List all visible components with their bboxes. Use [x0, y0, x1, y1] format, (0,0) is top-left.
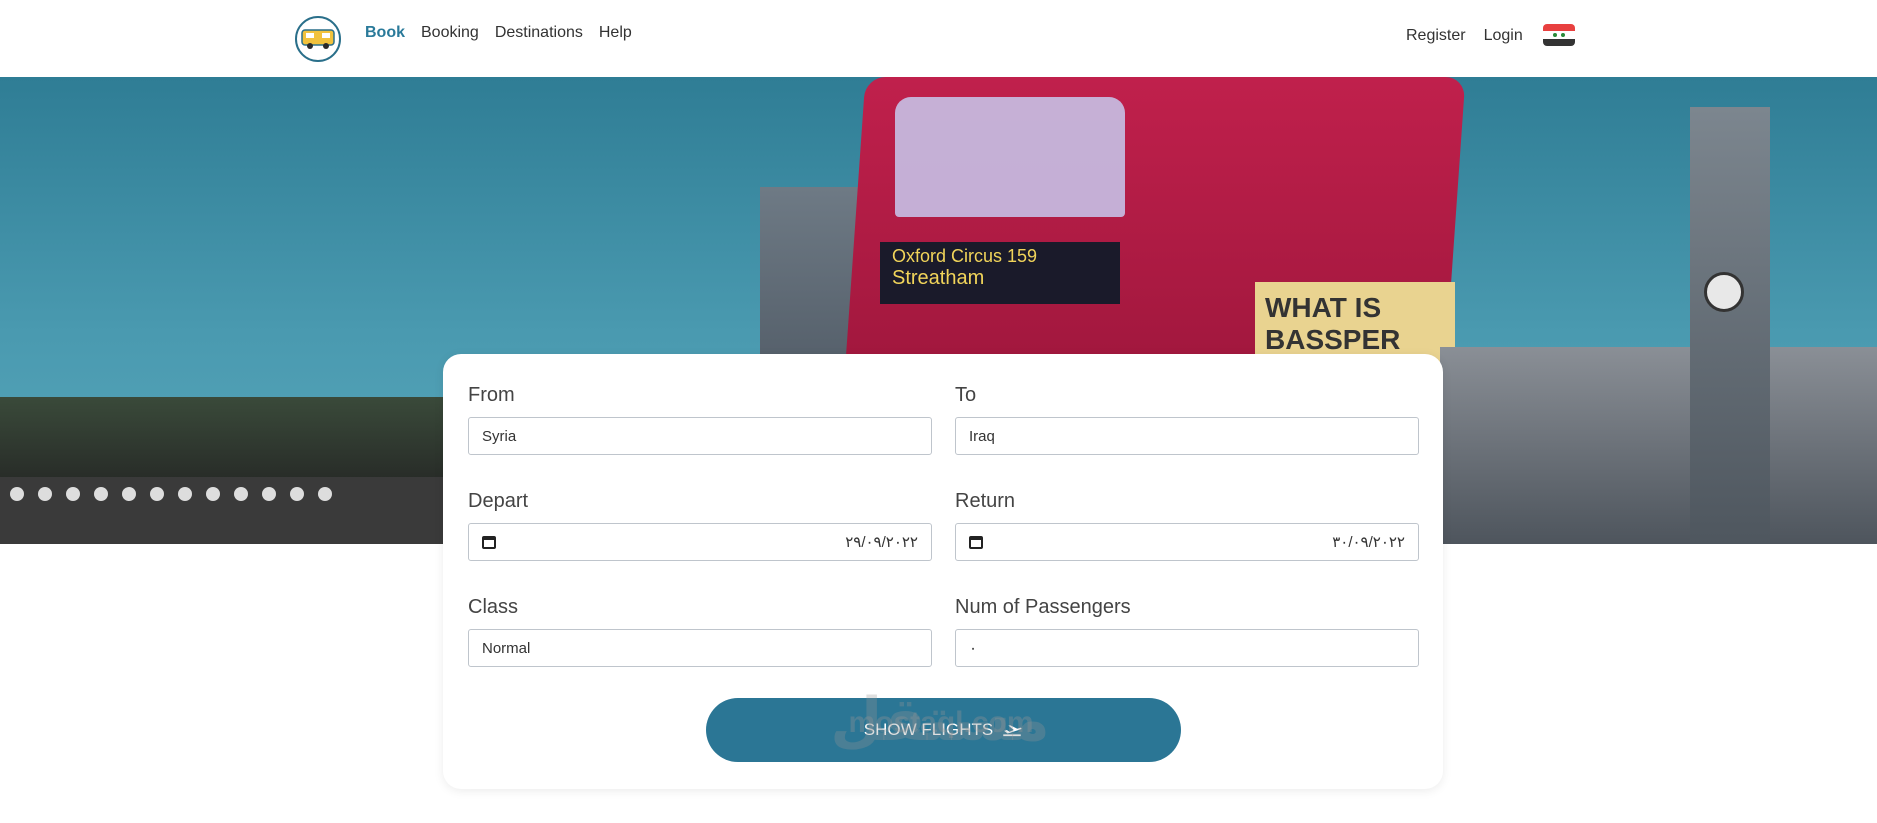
class-field: Class Normal — [468, 596, 932, 667]
from-field: From Syria — [468, 384, 932, 455]
bridge-arches — [10, 487, 332, 501]
passengers-input[interactable]: ٠ — [955, 629, 1419, 667]
calendar-icon[interactable] — [969, 535, 983, 549]
class-input[interactable]: Normal — [468, 629, 932, 667]
bus-destination-sign: Oxford Circus 159 Streatham — [880, 242, 1120, 304]
passengers-value: ٠ — [969, 640, 978, 657]
register-link[interactable]: Register — [1406, 27, 1466, 45]
watermark-text: mostaql.com — [848, 706, 1034, 739]
passengers-label: Num of Passengers — [955, 596, 1131, 618]
nav-destinations-link[interactable]: Destinations — [495, 24, 583, 42]
navbar: Book Booking Destinations Help Register … — [0, 0, 1877, 77]
to-field: To Iraq — [955, 384, 1419, 455]
depart-field: Depart ٢٩/٠٩/٢٠٢٢ — [468, 490, 932, 561]
login-link[interactable]: Login — [1484, 27, 1523, 45]
clock-face-icon — [1704, 272, 1744, 312]
hero-clock-tower — [1690, 107, 1770, 544]
to-input[interactable]: Iraq — [955, 417, 1419, 455]
hero-parliament — [1440, 347, 1877, 544]
bus-dest-line2: Streatham — [892, 267, 985, 289]
return-field: Return ٣٠/٠٩/٢٠٢٢ — [955, 490, 1419, 561]
from-label: From — [468, 384, 515, 406]
bus-window — [895, 97, 1125, 217]
class-value: Normal — [482, 639, 531, 657]
return-value: ٣٠/٠٩/٢٠٢٢ — [1332, 534, 1405, 551]
calendar-icon[interactable] — [482, 535, 496, 549]
depart-date-input[interactable]: ٢٩/٠٩/٢٠٢٢ — [468, 523, 932, 561]
from-input[interactable]: Syria — [468, 417, 932, 455]
main-nav: Book Booking Destinations Help — [365, 24, 632, 42]
passengers-field: Num of Passengers ٠ — [955, 596, 1419, 667]
return-date-input[interactable]: ٣٠/٠٩/٢٠٢٢ — [955, 523, 1419, 561]
to-label: To — [955, 384, 977, 406]
depart-value: ٢٩/٠٩/٢٠٢٢ — [845, 534, 918, 551]
depart-label: Depart — [468, 490, 529, 512]
class-label: Class — [468, 596, 519, 618]
from-value: Syria — [482, 427, 517, 445]
bus-dest-line1: Oxford Circus 159 — [892, 246, 1038, 266]
to-value: Iraq — [969, 427, 995, 445]
auth-links: Register Login — [1406, 27, 1523, 45]
nav-book-link[interactable]: Book — [365, 24, 405, 42]
nav-booking-link[interactable]: Booking — [421, 24, 479, 42]
bus-logo-icon[interactable] — [295, 16, 341, 62]
nav-help-link[interactable]: Help — [599, 24, 632, 42]
syria-flag-icon[interactable] — [1543, 24, 1575, 46]
return-label: Return — [955, 490, 1016, 512]
